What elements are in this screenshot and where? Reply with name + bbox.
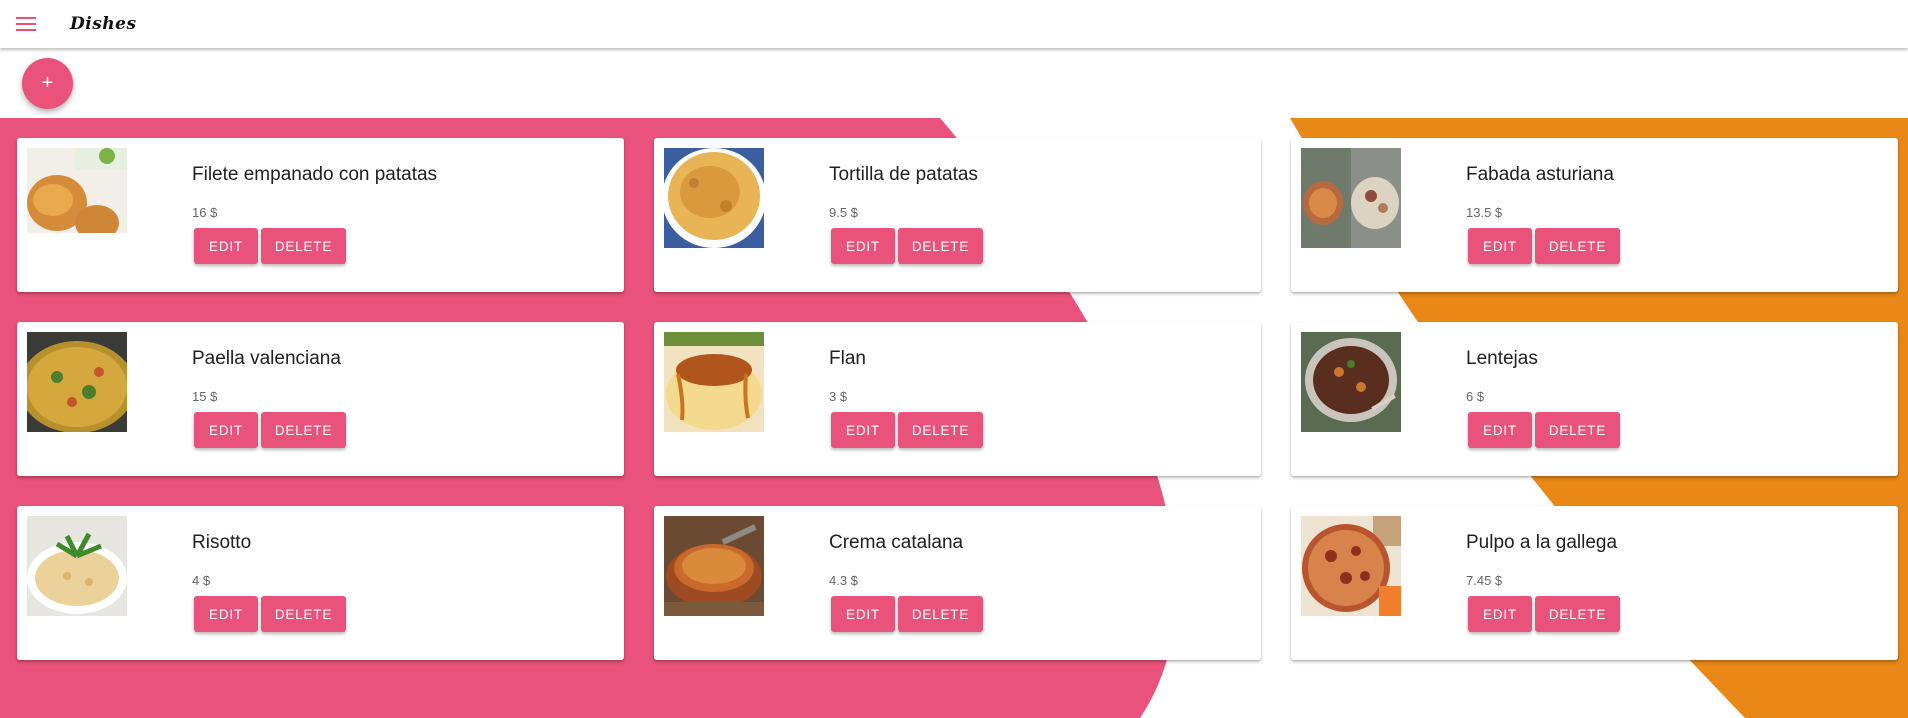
dish-card: Flan 3 $ EDIT DELETE bbox=[654, 322, 1261, 476]
top-app-bar: Dishes bbox=[0, 0, 1908, 48]
dish-name: Paella valenciana bbox=[192, 348, 341, 369]
delete-button[interactable]: DELETE bbox=[898, 596, 983, 632]
hamburger-menu-icon[interactable] bbox=[2, 4, 50, 44]
dish-price: 4 $ bbox=[192, 573, 211, 588]
dish-name: Fabada asturiana bbox=[1466, 164, 1614, 185]
dish-card: Lentejas 6 $ EDIT DELETE bbox=[1291, 322, 1898, 476]
dish-price: 7.45 $ bbox=[1466, 573, 1503, 588]
delete-button[interactable]: DELETE bbox=[261, 596, 346, 632]
dish-card: Tortilla de patatas 9.5 $ EDIT DELETE bbox=[654, 138, 1261, 292]
dish-image-crema-catalana bbox=[664, 516, 764, 616]
delete-button[interactable]: DELETE bbox=[898, 228, 983, 264]
edit-button[interactable]: EDIT bbox=[831, 596, 895, 632]
dish-price: 15 $ bbox=[192, 389, 218, 404]
delete-button[interactable]: DELETE bbox=[261, 412, 346, 448]
dish-card: Pulpo a la gallega 7.45 $ EDIT DELETE bbox=[1291, 506, 1898, 660]
dish-price: 4.3 $ bbox=[829, 573, 858, 588]
dish-price: 13.5 $ bbox=[1466, 205, 1503, 220]
delete-button[interactable]: DELETE bbox=[1535, 412, 1620, 448]
edit-button[interactable]: EDIT bbox=[831, 228, 895, 264]
dish-card: Crema catalana 4.3 $ EDIT DELETE bbox=[654, 506, 1261, 660]
dish-image-lentils bbox=[1301, 332, 1401, 432]
dish-image-bean-stew bbox=[1301, 148, 1401, 248]
dish-name: Pulpo a la gallega bbox=[1466, 532, 1618, 553]
app-title: Dishes bbox=[70, 14, 137, 34]
delete-button[interactable]: DELETE bbox=[1535, 228, 1620, 264]
edit-button[interactable]: EDIT bbox=[194, 596, 258, 632]
dish-price: 6 $ bbox=[1466, 389, 1485, 404]
dish-card: Paella valenciana 15 $ EDIT DELETE bbox=[17, 322, 624, 476]
dish-image-risotto bbox=[27, 516, 127, 616]
dish-name: Crema catalana bbox=[829, 532, 964, 553]
dish-image-paella bbox=[27, 332, 127, 432]
edit-button[interactable]: EDIT bbox=[1468, 596, 1532, 632]
delete-button[interactable]: DELETE bbox=[261, 228, 346, 264]
dish-price: 3 $ bbox=[829, 389, 848, 404]
dish-image-breaded-cutlet bbox=[27, 148, 127, 248]
dish-price: 16 $ bbox=[192, 205, 218, 220]
edit-button[interactable]: EDIT bbox=[831, 412, 895, 448]
edit-button[interactable]: EDIT bbox=[1468, 228, 1532, 264]
dish-name: Filete empanado con patatas bbox=[192, 164, 438, 185]
dish-name: Risotto bbox=[192, 532, 252, 553]
delete-button[interactable]: DELETE bbox=[1535, 596, 1620, 632]
dish-card: Fabada asturiana 13.5 $ EDIT DELETE bbox=[1291, 138, 1898, 292]
dish-card: Filete empanado con patatas 16 $ EDIT DE… bbox=[17, 138, 624, 292]
dish-image-spanish-omelette bbox=[664, 148, 764, 248]
dish-name: Lentejas bbox=[1466, 348, 1538, 369]
dish-card: Risotto 4 $ EDIT DELETE bbox=[17, 506, 624, 660]
dish-image-flan bbox=[664, 332, 764, 432]
edit-button[interactable]: EDIT bbox=[194, 412, 258, 448]
dish-price: 9.5 $ bbox=[829, 205, 858, 220]
dish-image-octopus bbox=[1301, 516, 1401, 616]
add-dish-button[interactable]: + bbox=[22, 58, 73, 109]
delete-button[interactable]: DELETE bbox=[898, 412, 983, 448]
dish-name: Tortilla de patatas bbox=[829, 164, 978, 185]
dish-name: Flan bbox=[829, 348, 866, 369]
edit-button[interactable]: EDIT bbox=[1468, 412, 1532, 448]
edit-button[interactable]: EDIT bbox=[194, 228, 258, 264]
